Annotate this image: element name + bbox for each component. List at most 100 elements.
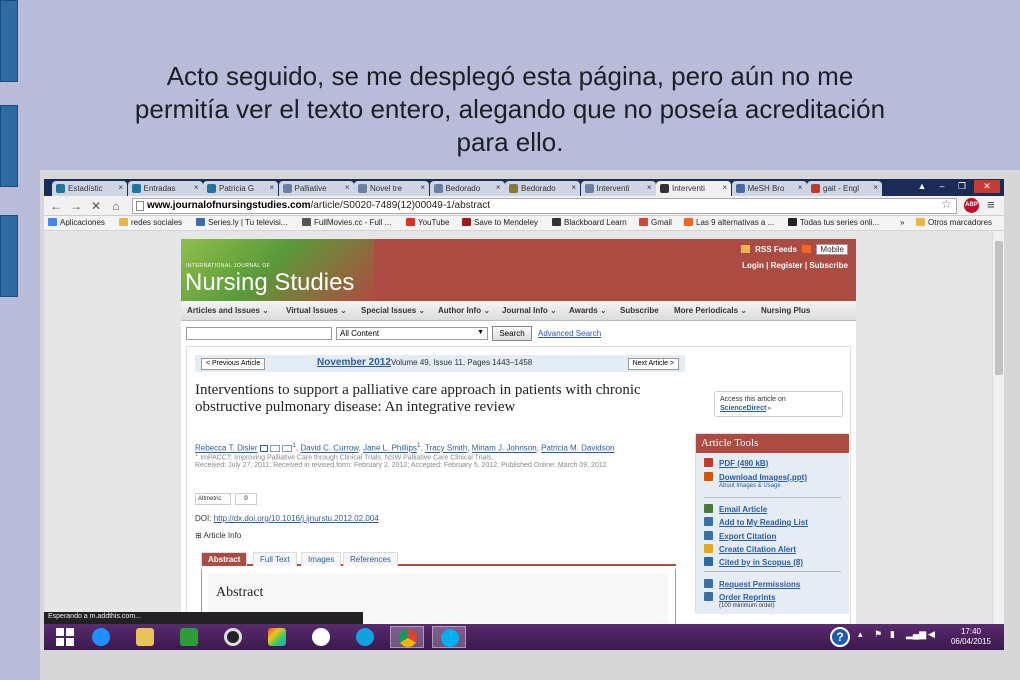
chevron-up-icon[interactable]: ▴ <box>858 629 863 640</box>
tool-citation-alert[interactable]: Create Citation Alert <box>704 544 796 554</box>
tab-abstract[interactable]: Abstract <box>201 552 248 566</box>
advanced-search-link[interactable]: Advanced Search <box>538 329 601 338</box>
nav-virtual-issues[interactable]: Virtual Issues ⌄ <box>286 306 347 315</box>
browser-tab[interactable]: Bedorado × <box>505 181 580 196</box>
bookmark-item[interactable]: Otros marcadores <box>916 218 992 227</box>
bookmark-item[interactable]: Aplicaciones <box>48 218 105 227</box>
bookmark-item[interactable]: Blackboard Learn <box>552 218 627 227</box>
maximize-icon[interactable]: ❐ <box>952 180 972 193</box>
tab-full-text[interactable]: Full Text <box>253 552 297 566</box>
nav-journal-info[interactable]: Journal Info ⌄ <box>502 306 557 315</box>
browser-tab[interactable]: gait - Engl × <box>807 181 882 196</box>
register-link[interactable]: Register <box>771 261 803 270</box>
browser-tab[interactable]: Patricia G × <box>203 181 278 196</box>
tool-email-article[interactable]: Email Article <box>704 504 767 514</box>
doi-link[interactable]: http://dx.doi.org/10.1016/j.ijnurstu.201… <box>214 514 379 523</box>
search-scope-select[interactable]: All Content ▼ <box>336 327 488 340</box>
browser-tab[interactable]: Palliative × <box>278 181 354 196</box>
tool-order-reprints[interactable]: Order Reprints (100 minimum order) <box>704 592 775 609</box>
mobile-button[interactable]: Mobile <box>816 244 848 255</box>
back-icon[interactable]: ← <box>48 198 64 214</box>
taskbar-app[interactable] <box>348 626 382 648</box>
bookmark-item[interactable]: Gmail <box>639 218 672 227</box>
more-bookmarks-chevron[interactable]: » <box>900 218 904 227</box>
tab-close-icon[interactable]: × <box>722 183 727 192</box>
flag-icon[interactable]: ⚑ <box>874 629 882 640</box>
bookmark-item[interactable]: FullMovies.cc - Full ... <box>302 218 391 227</box>
tab-close-icon[interactable]: × <box>345 183 350 192</box>
tab-close-icon[interactable]: × <box>798 183 803 192</box>
altmetric-badge[interactable]: Altmetric 0 <box>195 493 257 505</box>
user-icon[interactable]: ▲ <box>912 180 932 193</box>
taskbar-store[interactable] <box>172 626 206 648</box>
vertical-scrollbar[interactable] <box>992 231 1004 624</box>
taskbar-clock[interactable]: 17:40 06/04/2015 <box>946 627 996 647</box>
taskbar-hp[interactable] <box>304 626 338 648</box>
previous-article-button[interactable]: < Previous Article <box>201 358 266 370</box>
nav-author-info[interactable]: Author Info ⌄ <box>438 306 490 315</box>
stop-icon[interactable]: ✕ <box>88 198 104 214</box>
taskbar-camera[interactable] <box>216 626 250 648</box>
start-button[interactable] <box>48 626 82 648</box>
tool-download-images[interactable]: Download Images(.ppt) About Images & Usag… <box>704 472 807 489</box>
tab-close-icon[interactable]: × <box>269 183 274 192</box>
issue-date-link[interactable]: November 2012 <box>317 357 391 368</box>
battery-icon[interactable]: ▮ <box>890 629 895 640</box>
bookmark-item[interactable]: redes sociales <box>119 218 182 227</box>
search-input[interactable] <box>186 327 332 340</box>
nav-articles-issues[interactable]: Articles and Issues ⌄ <box>187 306 269 315</box>
tab-images[interactable]: Images <box>301 552 342 566</box>
browser-tab[interactable]: Interventi × <box>656 181 731 196</box>
wifi-icon[interactable]: ▂▄▆ <box>906 629 926 640</box>
journal-logo[interactable]: INTERNATIONAL JOURNAL OF Nursing Studies <box>181 239 374 301</box>
tab-close-icon[interactable]: × <box>571 183 576 192</box>
nav-special-issues[interactable]: Special Issues ⌄ <box>361 306 425 315</box>
subscribe-link[interactable]: Subscribe <box>809 261 848 270</box>
bookmark-item[interactable]: Las 9 alternativas a ... <box>684 218 774 227</box>
taskbar-explorer[interactable] <box>128 626 162 648</box>
taskbar-chrome[interactable] <box>390 626 424 648</box>
scroll-thumb[interactable] <box>995 241 1003 375</box>
browser-tab[interactable]: Entradas × <box>127 181 203 196</box>
nav-awards[interactable]: Awards ⌄ <box>569 306 607 315</box>
forward-icon[interactable]: → <box>68 198 84 214</box>
tool-reading-list[interactable]: Add to My Reading List <box>704 517 808 527</box>
sciencedirect-link[interactable]: ScienceDirect <box>720 405 766 412</box>
rss-link[interactable]: RSS Feeds <box>755 245 797 254</box>
login-link[interactable]: Login <box>742 261 764 270</box>
nav-nursing-plus[interactable]: Nursing Plus <box>761 306 810 315</box>
tab-close-icon[interactable]: × <box>647 183 652 192</box>
nav-more-periodicals[interactable]: More Periodicals ⌄ <box>674 306 747 315</box>
tool-pdf[interactable]: PDF (490 kB) <box>704 458 768 468</box>
taskbar-ie[interactable] <box>84 626 118 648</box>
tab-close-icon[interactable]: × <box>194 183 199 192</box>
bookmark-item[interactable]: YouTube <box>406 218 449 227</box>
bookmark-item[interactable]: Todas tus series onli... <box>788 218 879 227</box>
tool-sublink[interactable]: About Images & Usage <box>719 483 807 489</box>
volume-icon[interactable]: ◀ <box>928 629 935 640</box>
search-button[interactable]: Search <box>492 326 532 341</box>
article-info-toggle[interactable]: ⊞ Article Info <box>195 531 241 540</box>
tab-close-icon[interactable]: × <box>420 183 425 192</box>
close-icon[interactable]: ✕ <box>974 180 1000 193</box>
home-icon[interactable]: ⌂ <box>108 198 124 214</box>
browser-tab[interactable]: Bedorado × <box>429 181 505 196</box>
browser-tab[interactable]: Estadístic × <box>52 181 127 196</box>
tab-close-icon[interactable]: × <box>496 183 501 192</box>
tab-close-icon[interactable]: × <box>873 183 878 192</box>
bookmark-star-icon[interactable]: ☆ <box>941 197 952 211</box>
tool-permissions[interactable]: Request Permissions <box>704 579 800 589</box>
next-article-button[interactable]: Next Article > <box>627 358 679 370</box>
browser-tab[interactable]: MeSH Bro × <box>731 181 807 196</box>
tool-export-citation[interactable]: Export Citation <box>704 531 776 541</box>
adblock-icon[interactable]: ABP <box>964 198 979 213</box>
taskbar-photos[interactable] <box>260 626 294 648</box>
bookmark-item[interactable]: Save to Mendeley <box>462 218 538 227</box>
tab-close-icon[interactable]: × <box>118 183 123 192</box>
address-bar[interactable]: www.journalofnursingstudies.com/article/… <box>132 198 957 214</box>
bookmark-item[interactable]: Series.ly | Tu televisi... <box>196 218 287 227</box>
tool-scopus[interactable]: Cited by in Scopus (8) <box>704 557 803 567</box>
menu-icon[interactable]: ≡ <box>987 197 995 212</box>
minimize-icon[interactable]: – <box>932 180 952 193</box>
browser-tab[interactable]: Interventi × <box>580 181 656 196</box>
